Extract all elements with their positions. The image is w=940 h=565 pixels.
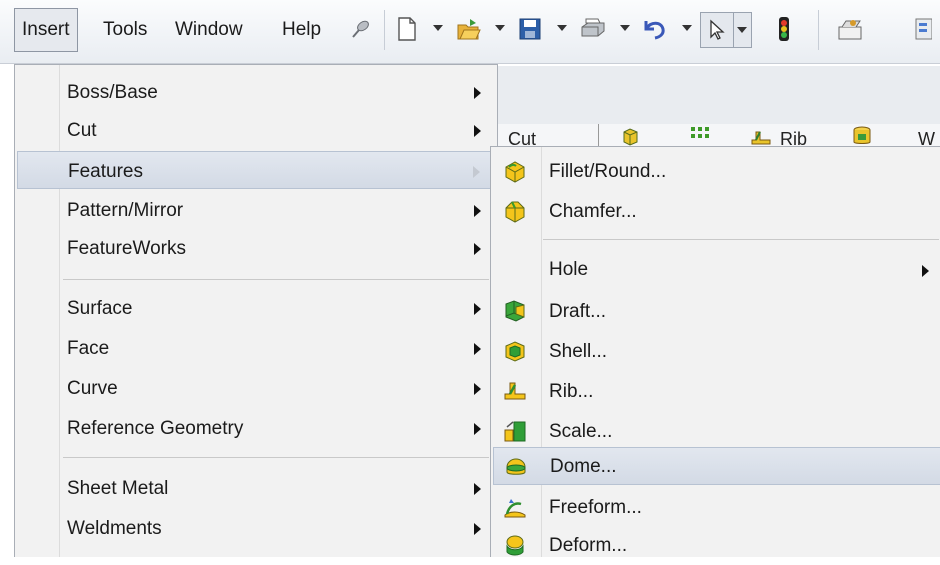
menu-item-draft[interactable]: Draft... xyxy=(493,293,940,331)
menu-item-pattern-mirror[interactable]: Pattern/Mirror xyxy=(17,191,491,229)
menu-item-deform[interactable]: Deform... xyxy=(493,527,940,565)
select-dropdown-arrow xyxy=(737,27,747,33)
menu-item-label: Dome... xyxy=(550,456,617,477)
open-dropdown-arrow[interactable] xyxy=(495,25,505,31)
menu-help[interactable]: Help xyxy=(275,8,328,52)
menu-item-fillet-round[interactable]: Fillet/Round... xyxy=(493,153,940,191)
menu-item-weldments[interactable]: Weldments xyxy=(17,509,491,547)
submenu-arrow-icon xyxy=(474,243,481,255)
menu-item-label: Sheet Metal xyxy=(67,478,169,499)
menu-item-sheet-metal[interactable]: Sheet Metal xyxy=(17,469,491,507)
menu-item-label: Surface xyxy=(67,298,133,319)
menu-item-face[interactable]: Face xyxy=(17,329,491,367)
menu-item-label: Chamfer... xyxy=(549,201,637,222)
save-icon[interactable] xyxy=(515,14,545,44)
menu-item-label: Deform... xyxy=(549,535,628,556)
menu-item-rib[interactable]: Rib... xyxy=(493,373,940,411)
menu-item-surface[interactable]: Surface xyxy=(17,289,491,327)
shell-icon xyxy=(503,339,527,363)
menu-item-hole[interactable]: Hole xyxy=(493,251,940,289)
menu-item-label: Freeform... xyxy=(549,497,642,518)
menu-item-label: Cut xyxy=(67,120,97,141)
submenu-arrow-icon xyxy=(474,205,481,217)
menu-insert[interactable]: Insert xyxy=(14,8,78,52)
menu-item-boss-base[interactable]: Boss/Base xyxy=(17,73,491,111)
submenu-arrow-icon xyxy=(474,125,481,137)
menu-separator xyxy=(63,457,489,458)
menu-item-freeform[interactable]: Freeform... xyxy=(493,489,940,527)
menu-item-label: Scale... xyxy=(549,421,613,442)
save-dropdown-arrow[interactable] xyxy=(557,25,567,31)
menu-item-label: FeatureWorks xyxy=(67,238,186,259)
toolbar-separator xyxy=(598,124,599,146)
options-icon[interactable] xyxy=(835,14,865,44)
undo-dropdown-arrow[interactable] xyxy=(682,25,692,31)
menu-window[interactable]: Window xyxy=(168,8,250,52)
command-manager-header xyxy=(494,66,940,125)
submenu-arrow-icon xyxy=(474,87,481,99)
menu-item-scale[interactable]: Scale... xyxy=(493,413,940,451)
menu-item-label: Hole xyxy=(549,259,589,280)
menu-item-featureworks[interactable]: FeatureWorks xyxy=(17,229,491,267)
menu-tools[interactable]: Tools xyxy=(96,8,154,52)
draft-icon xyxy=(503,299,527,323)
deform-icon xyxy=(503,533,527,557)
menu-separator xyxy=(63,279,489,280)
toolbar-separator xyxy=(384,10,385,50)
select-dropdown[interactable] xyxy=(734,12,752,48)
features-submenu: Fillet/Round... Chamfer... Hole Draft...… xyxy=(490,146,940,557)
submenu-arrow-icon xyxy=(474,483,481,495)
submenu-arrow-icon xyxy=(474,343,481,355)
new-dropdown-arrow[interactable] xyxy=(433,25,443,31)
submenu-arrow-icon xyxy=(473,166,480,178)
submenu-arrow-icon xyxy=(474,303,481,315)
menu-item-features[interactable]: Features xyxy=(17,151,491,189)
submenu-arrow-icon xyxy=(474,383,481,395)
chamfer-icon xyxy=(503,199,527,223)
toolbar-partial-icon[interactable] xyxy=(912,14,934,44)
menu-item-label: Face xyxy=(67,338,110,359)
open-folder-icon[interactable] xyxy=(454,14,484,44)
menu-item-label: Boss/Base xyxy=(67,82,158,103)
menu-item-cut[interactable]: Cut xyxy=(17,111,491,149)
new-document-icon[interactable] xyxy=(392,14,422,44)
menu-item-curve[interactable]: Curve xyxy=(17,369,491,407)
menu-item-label: Shell... xyxy=(549,341,608,362)
menu-item-label: Reference Geometry xyxy=(67,418,244,439)
menu-item-label: Rib... xyxy=(549,381,594,402)
rib-icon xyxy=(503,379,527,403)
scale-icon xyxy=(503,419,527,443)
submenu-arrow-icon xyxy=(474,523,481,535)
print-icon[interactable] xyxy=(578,14,608,44)
freeform-icon xyxy=(503,495,527,519)
menu-item-label: Curve xyxy=(67,378,118,399)
insert-menu: Boss/Base Cut Features Pattern/Mirror Fe… xyxy=(14,64,498,557)
menu-item-label: Weldments xyxy=(67,518,162,539)
dome-icon xyxy=(504,454,528,478)
submenu-arrow-icon xyxy=(474,423,481,435)
select-pointer-icon[interactable] xyxy=(700,12,734,48)
undo-icon[interactable] xyxy=(640,14,670,44)
pin-icon[interactable] xyxy=(346,14,376,44)
menu-item-chamfer[interactable]: Chamfer... xyxy=(493,193,940,231)
print-dropdown-arrow[interactable] xyxy=(620,25,630,31)
menu-item-shell[interactable]: Shell... xyxy=(493,333,940,371)
rebuild-traffic-light-icon[interactable] xyxy=(769,14,799,44)
menu-item-label: Fillet/Round... xyxy=(549,161,667,182)
menu-item-reference-geometry[interactable]: Reference Geometry xyxy=(17,409,491,447)
menu-separator xyxy=(543,239,939,240)
fillet-icon xyxy=(503,159,527,183)
menu-item-label: Pattern/Mirror xyxy=(67,200,184,221)
menu-bar: Insert Tools Window Help xyxy=(0,0,940,64)
menu-item-dome[interactable]: Dome... xyxy=(493,447,940,485)
menu-item-label: Draft... xyxy=(549,301,607,322)
toolbar-separator xyxy=(818,10,819,50)
submenu-arrow-icon xyxy=(922,265,929,277)
menu-item-label: Features xyxy=(68,161,143,182)
